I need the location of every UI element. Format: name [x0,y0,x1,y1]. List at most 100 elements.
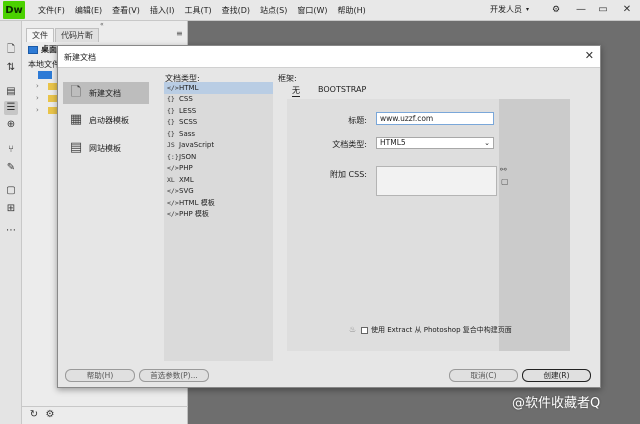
expand-arrow-icon[interactable]: › [36,106,44,114]
json-icon: {:} [167,152,179,161]
doc-type-label-text: PHP [179,164,193,173]
doc-type-label-text: PHP 模板 [179,210,209,219]
close-window-button[interactable]: ✕ [620,3,634,17]
menu-view[interactable]: 查看(V) [107,5,145,16]
framework-panel: 标题: www.uzzf.com 文档类型: HTML5 ⌄ 附加 CSS: ⚯… [287,99,570,351]
doc-type-label-text: HTML [179,83,199,92]
workspace-caret-icon[interactable]: ▾ [526,6,529,13]
sync-settings-icon[interactable]: ⚙ [550,4,562,16]
menu-insert[interactable]: 插入(I) [145,5,180,16]
link-css-icon[interactable]: ⚯ [500,165,507,174]
preferences-button[interactable]: 首选参数(P)... [139,369,209,382]
sidebar-item-starter-templates[interactable]: ▦ 启动器模板 [63,109,149,131]
menu-site[interactable]: 站点(S) [255,5,292,16]
framework-label: 框架: [278,74,297,83]
xml-icon: XL [167,175,175,184]
code-view-icon[interactable]: ☰ [4,101,18,115]
tree-item[interactable]: › [36,106,58,114]
tab-snippets[interactable]: 代码片断 [55,28,99,42]
restore-button[interactable]: ▭ [596,3,610,17]
menu-window[interactable]: 窗口(W) [292,5,332,16]
snippet-icon[interactable]: ⊞ [4,202,18,216]
tab-framework-bootstrap[interactable]: BOOTSTRAP [318,85,366,94]
menu-tools[interactable]: 工具(T) [179,5,216,16]
doc-type-php[interactable]: </> PHP [164,163,273,175]
extract-option: ♨ 使用 Extract 从 Photoshop 复合中构建页面 [349,325,512,335]
file-management-icon[interactable]: ⇅ [4,61,18,75]
doc-type-label-text: LESS [179,106,197,115]
sidebar-item-label: 启动器模板 [89,115,129,125]
dialog-title: 新建文档 [64,53,96,62]
sidebar-item-label: 新建文档 [89,88,121,98]
watermark: @软件收藏者Q [512,396,601,411]
minimize-button[interactable]: — [574,3,588,17]
menu-items: 文件(F) 编辑(E) 查看(V) 插入(I) 工具(T) 查找(D) 站点(S… [33,5,371,16]
sidebar-item-label: 网站模板 [89,143,121,153]
doc-type-json[interactable]: {:} JSON [164,151,273,163]
cancel-button[interactable]: 取消(C) [449,369,518,382]
root-folder-icon[interactable] [38,71,52,79]
dialog-titlebar: 新建文档 ✕ [58,46,600,68]
photoshop-icon: ♨ [349,325,357,334]
doc-type-scss[interactable]: {} SCSS [164,117,273,129]
doc-type-label-text: Sass [179,129,196,138]
document-icon: 🗋 [70,85,82,100]
dialog-close-icon[interactable]: ✕ [585,50,594,62]
code-icon: </> [167,210,179,219]
live-view-icon[interactable]: ▤ [4,85,18,99]
title-label: 标题: [348,116,367,125]
doc-type-xml[interactable]: XL XML [164,174,273,186]
doctype-value: HTML5 [380,138,406,147]
menu-help[interactable]: 帮助(H) [333,5,371,16]
target-icon[interactable]: ⊕ [4,118,18,132]
doc-type-list: </> HTML {} CSS {} LESS {} SCSS {} Sass JS Jav… [164,82,273,361]
sidebar-item-new-document[interactable]: 🗋 新建文档 [63,82,149,104]
desktop-icon [28,45,38,54]
doc-type-javascript[interactable]: JS JavaScript [164,140,273,152]
sidebar-item-site-templates[interactable]: ▤ 网站模板 [63,137,149,159]
left-toolbar: 🗋 ⇅ ▤ ☰ ⊕ ⑂ ✎ ▢ ⊞ ⋯ [0,21,22,424]
doc-type-label-text: JavaScript [179,141,215,150]
branch-icon[interactable]: ⑂ [4,143,18,157]
doc-type-css[interactable]: {} CSS [164,94,273,106]
doc-type-html-template[interactable]: </> HTML 模板 [164,197,273,209]
menu-edit[interactable]: 编辑(E) [70,5,107,16]
doc-type-html[interactable]: </> HTML [164,82,273,94]
delete-css-icon[interactable]: ▢ [501,177,509,186]
tab-framework-none[interactable]: 无 [292,85,300,97]
panel-menu-icon[interactable]: ≡ [176,29,183,38]
menu-find[interactable]: 查找(D) [217,5,255,16]
menu-file[interactable]: 文件(F) [33,5,70,16]
tab-files[interactable]: 文件 [26,28,54,42]
doctype-label: 文档类型: [332,140,367,149]
doc-type-label-text: CSS [179,95,193,104]
comment-icon[interactable]: ▢ [4,184,18,198]
extract-label: 使用 Extract 从 Photoshop 复合中构建页面 [371,326,512,334]
manage-sites-icon[interactable]: ⚙ [44,409,56,421]
doc-type-svg[interactable]: </> SVG [164,186,273,198]
expand-arrow-icon[interactable]: › [36,94,44,102]
doc-type-label-text: XML [179,175,194,184]
more-tools-icon[interactable]: ⋯ [4,224,18,238]
site-dropdown[interactable]: 桌面 [28,44,57,55]
refresh-icon[interactable]: ↻ [28,409,40,421]
tree-item[interactable]: › [36,82,58,90]
create-button[interactable]: 创建(R) [522,369,591,382]
title-input[interactable]: www.uzzf.com [376,112,494,125]
tree-item[interactable]: › [36,94,58,102]
brush-icon[interactable]: ✎ [4,161,18,175]
doctype-select[interactable]: HTML5 ⌄ [376,137,494,149]
extract-checkbox[interactable] [361,326,368,334]
new-document-dialog: 新建文档 ✕ 🗋 新建文档 ▦ 启动器模板 ▤ 网站模板 文档类型: </> HT… [57,45,601,388]
doc-type-sass[interactable]: {} Sass [164,128,273,140]
doc-type-php-template[interactable]: </> PHP 模板 [164,209,273,221]
doc-type-less[interactable]: {} LESS [164,105,273,117]
code-icon: </> [167,83,179,92]
open-document-icon[interactable]: 🗋 [4,43,18,57]
help-button[interactable]: 帮助(H) [65,369,135,382]
attach-css-list[interactable] [376,166,497,196]
workspace-switcher[interactable]: 开发人员 [490,4,522,15]
collapse-panel-icon[interactable]: « [100,21,104,28]
starter-template-icon: ▦ [69,112,83,127]
expand-arrow-icon[interactable]: › [36,82,44,90]
